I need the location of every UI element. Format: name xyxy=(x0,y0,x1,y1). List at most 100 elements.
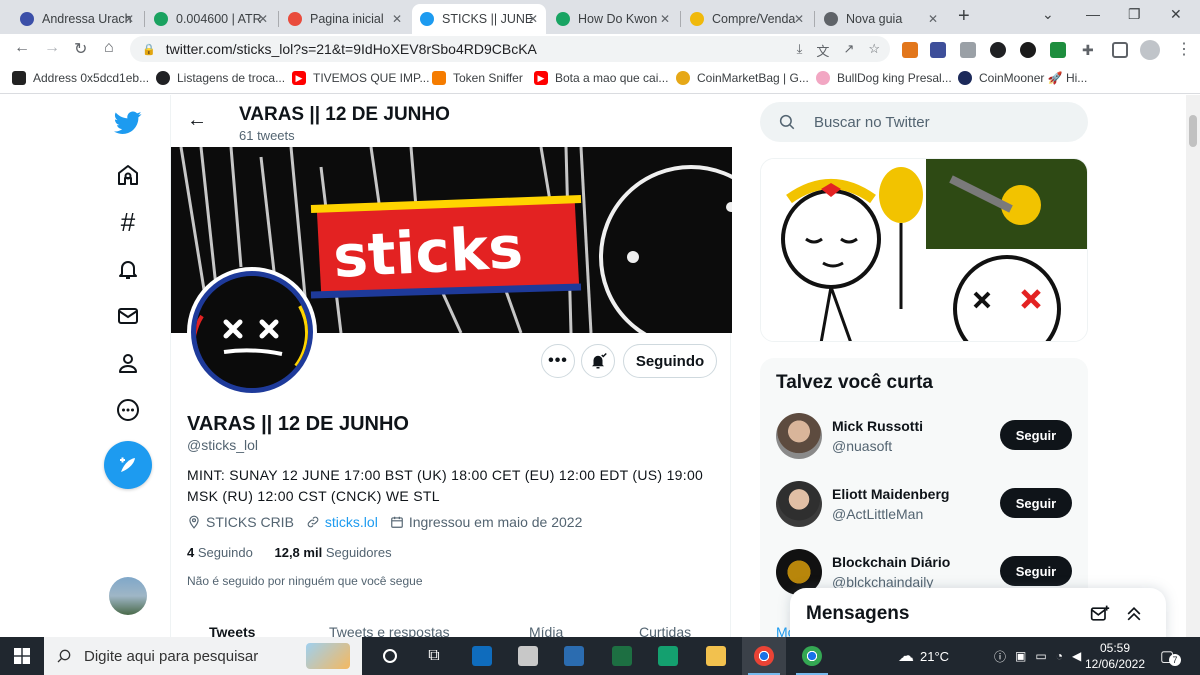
followers-label: Seguidores xyxy=(325,545,392,560)
battery-icon[interactable]: ▭ xyxy=(1035,649,1046,663)
notifications-bell-icon[interactable] xyxy=(114,255,142,283)
followers-link[interactable]: 12,8 mil Seguidores xyxy=(274,545,391,560)
extension-icon[interactable] xyxy=(930,42,946,58)
twitter-logo-icon[interactable] xyxy=(114,109,142,137)
new-tab-icon[interactable]: + xyxy=(958,5,970,28)
taskbar-search-input[interactable]: Digite aqui para pesquisar xyxy=(44,637,362,675)
more-options-button[interactable]: ••• xyxy=(541,344,575,378)
profile-media-grid[interactable] xyxy=(760,158,1088,342)
metamask-extension-icon[interactable] xyxy=(902,42,918,58)
profile-avatar-large[interactable] xyxy=(187,267,317,397)
website-link[interactable]: sticks.lol xyxy=(325,514,378,530)
follow-button[interactable]: Seguir xyxy=(1000,420,1072,450)
home-icon[interactable] xyxy=(114,161,142,189)
close-window-icon[interactable]: ✕ xyxy=(1170,6,1182,23)
bookmark-item[interactable]: CoinMarketBag | G... xyxy=(676,71,809,85)
follow-button[interactable]: Seguir xyxy=(1000,556,1072,586)
browser-tab[interactable]: How Do Kwon ✕ xyxy=(548,4,678,34)
calculator-icon[interactable] xyxy=(552,637,596,675)
browser-tab[interactable]: Andressa Urach ✕ xyxy=(12,4,142,34)
extension-icon[interactable] xyxy=(960,42,976,58)
app-icon[interactable] xyxy=(646,637,690,675)
side-panel-icon[interactable] xyxy=(1112,42,1128,58)
tab-likes[interactable]: Curtidas xyxy=(639,624,691,637)
bookmark-item[interactable]: ▶ TIVEMOS QUE IMP... xyxy=(292,71,429,85)
bookmark-item[interactable]: Token Sniffer xyxy=(432,71,523,85)
following-button[interactable]: Seguindo xyxy=(623,344,717,378)
close-tab-icon[interactable]: ✕ xyxy=(124,12,134,26)
bookmark-item[interactable]: Address 0x5dcd1eb... xyxy=(12,71,149,85)
close-tab-icon[interactable]: ✕ xyxy=(528,12,538,26)
following-link[interactable]: 4 Seguindo xyxy=(187,545,253,560)
home-icon[interactable]: ⌂ xyxy=(104,39,114,57)
bookmark-item[interactable]: BullDog king Presal... xyxy=(816,71,952,85)
close-tab-icon[interactable]: ✕ xyxy=(794,12,804,26)
app-icon[interactable] xyxy=(506,637,550,675)
taskbar-clock[interactable]: 05:59 12/06/2022 xyxy=(1080,640,1150,672)
messages-envelope-icon[interactable] xyxy=(114,302,142,330)
close-tab-icon[interactable]: ✕ xyxy=(928,12,938,26)
extension-icon[interactable] xyxy=(990,42,1006,58)
suggestion-item[interactable]: Mick Russotti @nuasoft Seguir xyxy=(776,413,1076,463)
excel-icon[interactable] xyxy=(600,637,644,675)
forward-arrow-icon[interactable]: → xyxy=(44,39,60,57)
bookmark-item[interactable]: CoinMooner 🚀 Hi... xyxy=(958,71,1087,85)
translate-icon[interactable]: 文 xyxy=(816,41,829,60)
close-tab-icon[interactable]: ✕ xyxy=(392,12,402,26)
page-scrollbar[interactable] xyxy=(1186,95,1200,637)
tray-icon[interactable]: ▣ xyxy=(1015,649,1026,663)
tab-media[interactable]: Mídia xyxy=(529,624,563,637)
browser-tab[interactable]: 0.004600 | ATR ✕ xyxy=(146,4,276,34)
profile-person-icon[interactable] xyxy=(114,349,142,377)
back-arrow-icon[interactable]: ← xyxy=(14,39,30,57)
tray-icon[interactable]: ⓘ xyxy=(994,648,1006,665)
network-icon[interactable]: ◔ xyxy=(1056,649,1063,663)
address-bar[interactable]: 🔒 twitter.com/sticks_lol?s=21&t=9IdHoXEV… xyxy=(130,36,890,62)
restore-icon[interactable]: ❐ xyxy=(1128,6,1141,23)
extension-icon[interactable] xyxy=(1020,42,1036,58)
tab-search-icon[interactable]: ⌄ xyxy=(1042,6,1054,23)
windows-start-icon[interactable] xyxy=(14,648,30,664)
browser-tab[interactable]: Compre/Venda ✕ xyxy=(682,4,812,34)
expand-chevrons-icon[interactable] xyxy=(1124,604,1144,624)
bookmark-item[interactable]: ▶ Bota a mao que cai... xyxy=(534,71,668,85)
reload-icon[interactable]: ↻ xyxy=(74,39,87,59)
browser-tab[interactable]: Nova guia ✕ xyxy=(816,4,946,34)
share-icon[interactable]: ↗ xyxy=(843,41,854,60)
tab-tweets[interactable]: Tweets xyxy=(209,624,255,637)
search-input[interactable]: Buscar no Twitter xyxy=(760,102,1088,142)
compose-tweet-button[interactable] xyxy=(104,441,152,489)
new-message-icon[interactable] xyxy=(1090,604,1110,624)
close-tab-icon[interactable]: ✕ xyxy=(258,12,268,26)
extension-icon[interactable] xyxy=(1050,42,1066,58)
menu-dots-icon[interactable]: ⋮ xyxy=(1176,39,1192,59)
outlook-icon[interactable] xyxy=(460,637,504,675)
install-icon[interactable]: ⤓ xyxy=(797,41,803,60)
scrollbar-thumb[interactable] xyxy=(1189,115,1197,147)
minimize-icon[interactable]: — xyxy=(1086,6,1100,22)
suggestion-item[interactable]: Eliott Maidenberg @ActLittleMan Seguir xyxy=(776,481,1076,531)
messages-drawer[interactable]: Mensagens xyxy=(790,588,1166,643)
bookmark-label: CoinMooner 🚀 Hi... xyxy=(979,71,1088,85)
task-view-icon[interactable] xyxy=(368,637,412,675)
follow-button[interactable]: Seguir xyxy=(1000,488,1072,518)
close-tab-icon[interactable]: ✕ xyxy=(660,12,670,26)
chrome-taskbar-icon[interactable] xyxy=(742,637,786,675)
weather-widget[interactable]: ☁ 21°C xyxy=(898,637,949,675)
back-arrow-icon[interactable]: ← xyxy=(187,109,207,132)
notification-center-icon[interactable]: ▢ 7 xyxy=(1160,637,1181,675)
bookmark-item[interactable]: Listagens de troca... xyxy=(156,71,285,85)
puzzle-extensions-icon[interactable]: ✚ xyxy=(1082,42,1098,58)
notifications-toggle-button[interactable] xyxy=(581,344,615,378)
bookmark-star-icon[interactable]: ☆ xyxy=(868,41,880,60)
chrome-taskbar-icon[interactable] xyxy=(790,637,834,675)
widgets-icon[interactable]: ⧉ xyxy=(412,637,456,675)
browser-tab[interactable]: Pagina inicial ✕ xyxy=(280,4,410,34)
profile-avatar[interactable] xyxy=(1140,40,1160,60)
browser-tab-active[interactable]: STICKS || JUNE ✕ xyxy=(412,4,546,34)
more-circle-icon[interactable] xyxy=(114,396,142,424)
account-avatar[interactable] xyxy=(109,577,147,615)
explore-hashtag-icon[interactable]: # xyxy=(114,207,142,237)
file-explorer-icon[interactable] xyxy=(694,637,738,675)
tab-tweets-and-replies[interactable]: Tweets e respostas xyxy=(329,624,450,637)
